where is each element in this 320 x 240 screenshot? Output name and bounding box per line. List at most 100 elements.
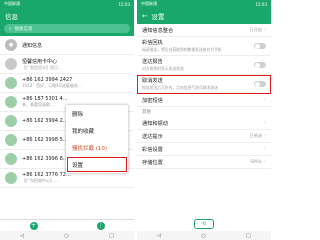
settings-row[interactable]: 通知和振动 › [137,117,271,130]
toggle-switch[interactable] [254,81,266,87]
list-item-subtitle: 【广发信用卡】您已… [22,64,62,70]
list-item-text: 恒馨信用卡中心 【广发信用卡】您已… [22,58,129,71]
app-bar: 信息 [0,8,134,24]
search-icon: ⌕ [9,26,12,32]
settings-row[interactable]: 送达提示 已关闭 › [137,130,271,143]
more-button[interactable]: ⋮ [96,221,105,230]
carrier-label: 中国联通 [4,1,20,6]
settings-row-title: 彩信设置 [142,146,163,153]
chevron-right-icon: › [264,133,266,139]
system-nav-bar: ◁ ○ □ [0,231,134,240]
chevron-right-icon: › [264,27,266,33]
toggle-switch[interactable] [254,62,266,68]
settings-row-description: 对方收到时显示发送状态 [142,66,184,71]
menu-item-settings[interactable]: 设置 [66,156,128,173]
settings-row-label: 加密短信 [142,97,262,104]
list-item[interactable]: ● 通知信息 [0,36,134,55]
search-placeholder: 搜索信息 [14,26,33,32]
settings-row[interactable]: 存储位置 SIM卡 › [137,156,271,169]
toggle-switch[interactable] [254,43,266,49]
list-item-subtitle: 【广东招商中心】… [22,178,58,183]
carrier-label: 中国联通 [141,1,157,6]
settings-row-label: 通知信息整合 [142,27,249,34]
menu-item-delete[interactable]: 删除 [66,105,128,122]
time-label: 15:03 [255,1,267,7]
page-title: 信息 [5,13,18,21]
avatar [5,153,17,165]
settings-row-description: 短信发出后几秒内，点击信息气泡可取消发送 [142,85,218,90]
list-item-title: 恒馨信用卡中心 [22,58,58,65]
settings-row-title: 送达提示 [142,133,163,140]
avatar [5,172,17,184]
restore-area: ⟲ [137,217,271,231]
more-icon: ⋮ [96,221,105,230]
settings-row[interactable]: 加密短信 › [137,94,271,107]
settings-row-title: 送达报告 [142,59,163,65]
bell-icon: ● [5,39,17,51]
overflow-menu: 删除 我的收藏 骚扰拦截 (10) 设置 [66,105,128,173]
app-bar: ← 设置 [137,8,271,24]
settings-row[interactable]: 取消发送 短信发出后几秒内，点击信息气泡可取消发送 [137,75,271,94]
avatar [5,96,17,108]
status-bar: 中国联通 15:03 [137,0,271,8]
menu-item-spam-block[interactable]: 骚扰拦截 (10) [66,139,128,156]
settings-row-title: 存储位置 [142,159,163,166]
settings-row-label: 存储位置 [142,159,250,166]
settings-row-label: 彩信回执 阅读报告，将后台获取到的数据发送给对方手机 [142,39,254,53]
recents-nav-icon[interactable]: □ [246,233,251,239]
messages-screen: 中国联通 15:03 信息 ⌕ 搜索信息 ● 通知信息恒馨信用卡中心 【广发信用卡】… [0,0,134,240]
settings-row-title: 通知和振动 [142,120,168,127]
bottom-toolbar: + ⋮ [0,219,134,231]
time-label: 15:03 [118,1,130,7]
avatar [5,58,17,70]
section-header: 其他 [142,110,151,115]
system-nav-bar: ◁ ○ □ [137,231,271,240]
back-nav-icon[interactable]: ◁ [157,233,161,239]
compose-icon: + [29,221,38,230]
settings-row-label: 取消发送 短信发出后几秒内，点击信息气泡可取消发送 [142,77,254,91]
list-item-text: +86 162 3994 2427 1010：您好，订购4G流量服务… [22,77,129,89]
list-item-text: +86 162 3776 72… 【广东招商中心】… [22,172,129,184]
home-nav-icon[interactable]: ○ [64,233,68,239]
settings-row[interactable]: 通知信息整合 已开启 › [137,24,271,37]
chevron-right-icon: › [264,146,266,152]
settings-row-label: 通知和振动 [142,120,262,127]
search-input[interactable]: ⌕ 搜索信息 [4,24,130,33]
settings-row-label: 送达报告 对方收到时显示发送状态 [142,58,254,72]
avatar [5,134,17,146]
back-nav-icon[interactable]: ◁ [20,233,24,239]
avatar [5,115,17,127]
settings-list: 通知信息整合 已开启 › 彩信回执 阅读报告，将后台获取到的数据发送给对方手机 送达报告对… [137,24,271,169]
back-arrow-icon[interactable]: ← [142,12,147,20]
list-item[interactable]: 恒馨信用卡中心 【广发信用卡】您已… [0,55,134,74]
home-nav-icon[interactable]: ○ [201,233,205,239]
settings-row-title: 取消发送 [142,78,163,84]
settings-row-description: 阅读报告，将后台获取到的数据发送给对方手机 [142,47,222,52]
settings-row-value: SIM卡 [250,159,262,164]
list-item-title: 通知信息 [22,42,43,49]
list-item-subtitle: 1010：您好，订购4G流量服务… [22,83,82,88]
status-bar: 中国联通 15:03 [0,0,134,8]
chevron-right-icon: › [264,97,266,103]
settings-row-title: 加密短信 [142,97,163,104]
settings-row-title: 彩信回执 [142,40,163,46]
settings-row[interactable]: 彩信回执 阅读报告，将后台获取到的数据发送给对方手机 [137,37,271,56]
settings-row-value: 已关闭 [249,133,262,138]
settings-row-label: 彩信设置 [142,146,262,153]
settings-screen: 中国联通 15:03 ← 设置 通知信息整合 已开启 › 彩信回执 阅读报告，将后台获取… [137,0,271,240]
settings-row[interactable]: 彩信设置 › [137,143,271,156]
page-title: 设置 [151,13,165,21]
settings-row-value: 已开启 [249,27,262,32]
list-item-text: 通知信息 [22,42,129,49]
recents-nav-icon[interactable]: □ [109,233,114,239]
avatar [5,77,17,89]
menu-item-favorites[interactable]: 我的收藏 [66,122,128,139]
settings-row[interactable]: 送达报告 对方收到时显示发送状态 [137,56,271,75]
compose-button[interactable]: + [29,221,38,230]
search-area: ⌕ 搜索信息 [0,24,134,36]
restore-button[interactable]: ⟲ [194,219,214,229]
list-item[interactable]: +86 162 3994 2427 1010：您好，订购4G流量服务… [0,74,134,93]
chevron-right-icon: › [264,159,266,165]
settings-row-label: 送达提示 [142,133,249,140]
chevron-right-icon: › [264,120,266,126]
